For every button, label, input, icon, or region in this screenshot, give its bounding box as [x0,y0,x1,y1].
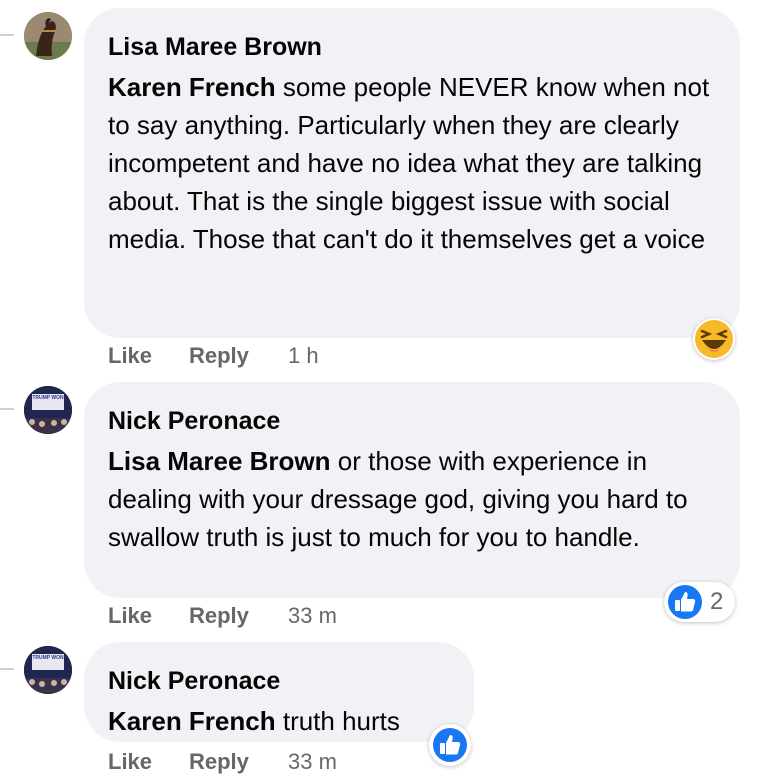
comment-author[interactable]: Lisa Maree Brown [108,32,716,62]
comment-timestamp[interactable]: 33 m [288,602,337,630]
avatar-sign-text: TRUMP WON [32,655,64,661]
thumbs-up-icon [433,728,467,762]
reply-button[interactable]: Reply [189,602,249,630]
comment-text: Karen French truth hurts [108,702,450,740]
comment-text: Lisa Maree Brown or those with experienc… [108,442,716,556]
comment-author[interactable]: Nick Peronace [108,666,450,696]
reaction-badge[interactable] [429,724,471,766]
mention-link[interactable]: Karen French [108,706,276,736]
avatar-sign-text: TRUMP WON [32,395,64,401]
comment-bubble: Lisa Maree Brown Karen French some peopl… [84,8,740,338]
comment-timestamp[interactable]: 1 h [288,342,319,370]
mention-link[interactable]: Karen French [108,72,276,102]
like-button[interactable]: Like [108,748,152,776]
reply-button[interactable]: Reply [189,342,249,370]
avatar[interactable] [24,12,72,60]
thread-connector [0,408,14,410]
like-button[interactable]: Like [108,602,152,630]
comment-timestamp[interactable]: 33 m [288,748,337,776]
comment-body: truth hurts [282,706,400,736]
reaction-count: 2 [710,588,724,615]
mention-link[interactable]: Lisa Maree Brown [108,446,331,476]
comment-bubble: Nick Peronace Lisa Maree Brown or those … [84,382,740,598]
comment-text: Karen French some people NEVER know when… [108,68,716,258]
haha-emoji-icon [695,320,733,358]
comment-bubble: Nick Peronace Karen French truth hurts [84,642,474,742]
thumbs-up-icon [668,585,702,619]
comment-author[interactable]: Nick Peronace [108,406,716,436]
reaction-badge[interactable] [693,318,735,360]
horse-avatar-icon [24,12,72,60]
avatar[interactable]: TRUMP WON [24,386,72,434]
comment-actions: Like Reply 33 m [108,602,408,630]
thread-connector [0,34,14,36]
thread-connector [0,668,14,670]
reply-button[interactable]: Reply [189,748,249,776]
avatar[interactable]: TRUMP WON [24,646,72,694]
reaction-badge[interactable]: 2 [664,582,736,622]
comment-actions: Like Reply 33 m [108,748,408,776]
like-button[interactable]: Like [108,342,152,370]
comment-actions: Like Reply 1 h [108,342,408,370]
